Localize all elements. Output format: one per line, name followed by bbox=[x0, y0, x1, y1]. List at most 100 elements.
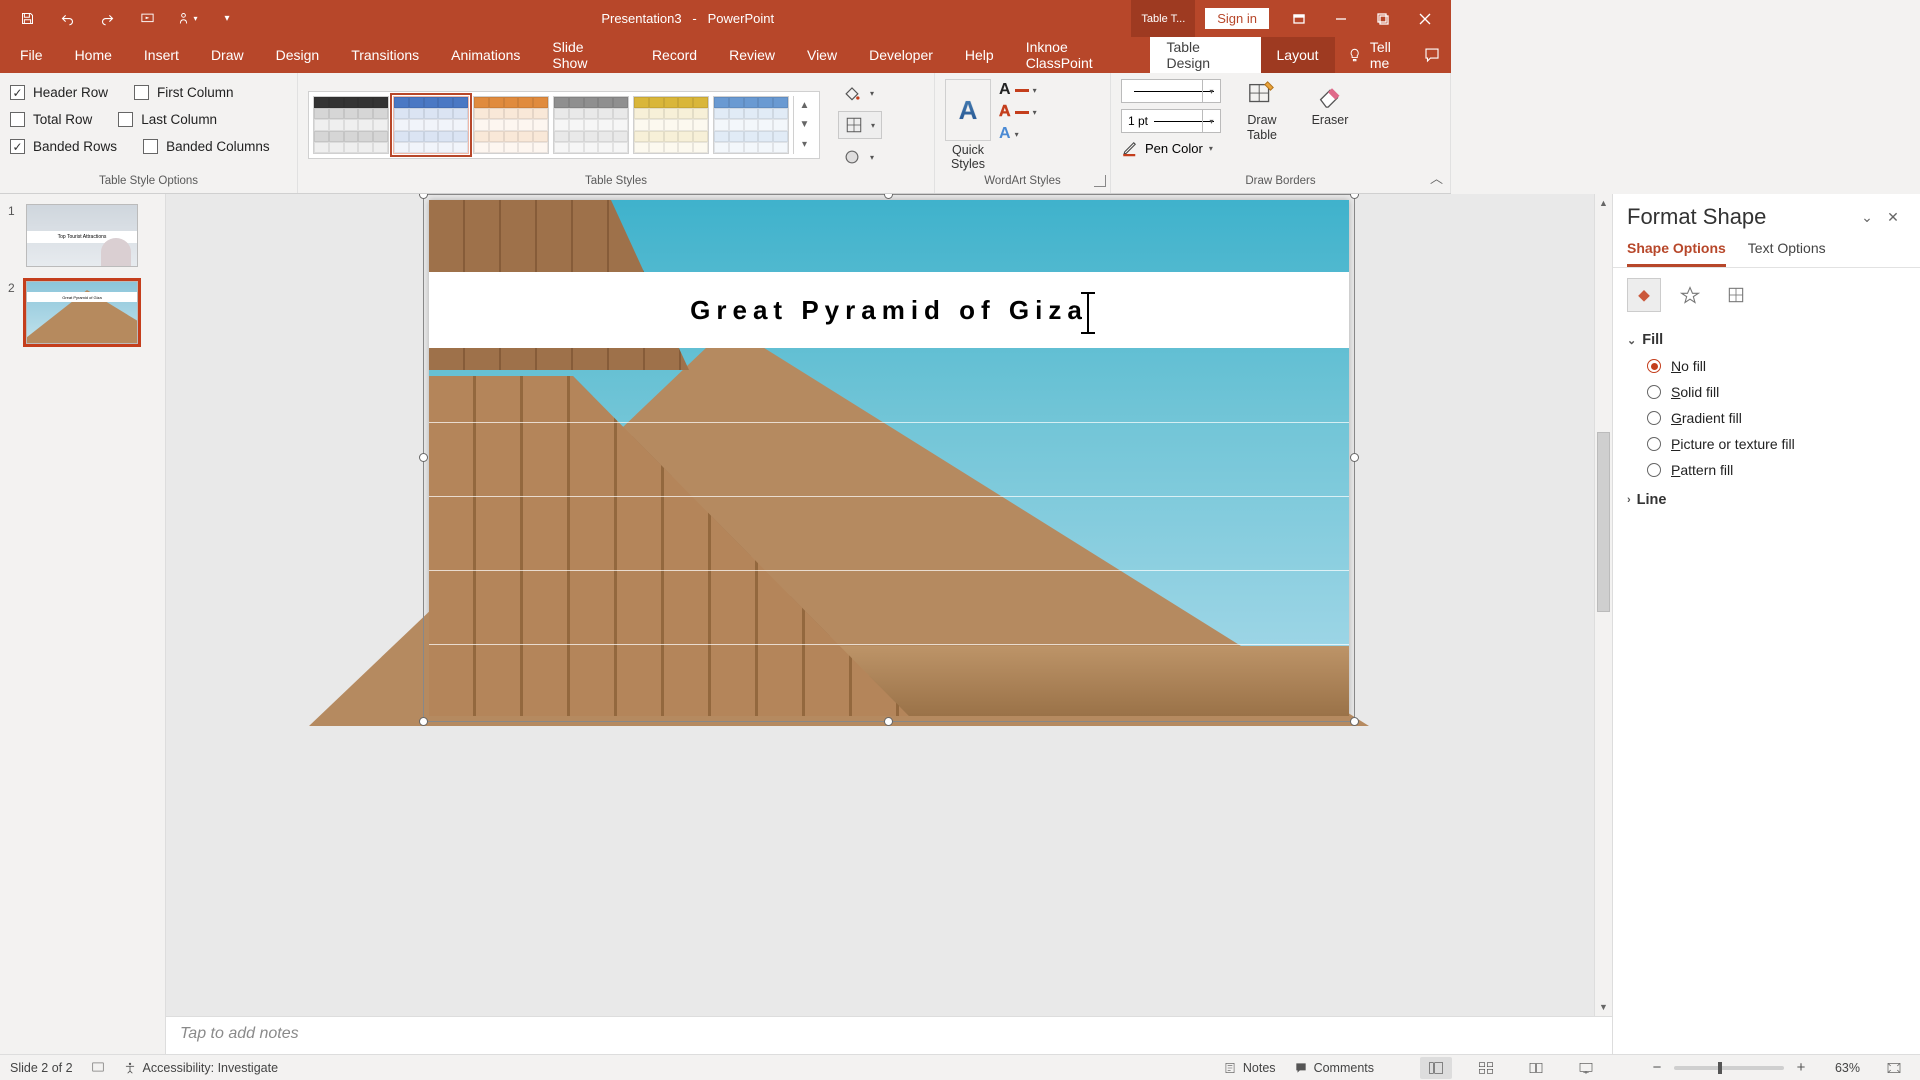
notes-toggle[interactable]: Notes bbox=[1223, 1061, 1276, 1075]
tab-file[interactable]: File bbox=[4, 37, 59, 73]
pane-tab-text-options[interactable]: Text Options bbox=[1748, 240, 1826, 267]
pen-style-dropdown[interactable]: ▾ bbox=[1121, 79, 1221, 103]
table-style-thumb[interactable] bbox=[713, 96, 789, 154]
collapse-ribbon-icon[interactable]: ︿ bbox=[1430, 168, 1443, 187]
scroll-down-icon[interactable]: ▼ bbox=[1595, 998, 1612, 1016]
maximize-icon[interactable] bbox=[1363, 4, 1403, 34]
tab-developer[interactable]: Developer bbox=[853, 37, 949, 73]
table-styles-gallery[interactable]: ▲▼▾ bbox=[308, 91, 820, 159]
close-icon[interactable] bbox=[1405, 4, 1445, 34]
slide-thumb-1[interactable]: 1 Top Tourist Attractions bbox=[8, 204, 157, 267]
slide-thumbnails-pane[interactable]: 1 Top Tourist Attractions 2 Great Pyrami… bbox=[0, 194, 166, 1054]
resize-handle[interactable] bbox=[1350, 194, 1359, 199]
tab-record[interactable]: Record bbox=[636, 37, 713, 73]
slide-indicator[interactable]: Slide 2 of 2 bbox=[10, 1061, 73, 1075]
canvas[interactable]: Great Pyramid of Giza bbox=[166, 194, 1612, 1016]
effects-button[interactable]: ▾ bbox=[838, 145, 882, 169]
checkbox-first-column[interactable]: First Column bbox=[134, 85, 234, 100]
slide-sorter-view-icon[interactable] bbox=[1470, 1057, 1502, 1079]
scroll-handle[interactable] bbox=[1597, 432, 1610, 612]
checkbox-banded-columns[interactable]: Banded Columns bbox=[143, 139, 270, 154]
scroll-up-icon[interactable]: ▲ bbox=[1595, 194, 1612, 212]
table-style-thumb[interactable] bbox=[473, 96, 549, 154]
tab-slide-show[interactable]: Slide Show bbox=[536, 37, 636, 73]
tab-home[interactable]: Home bbox=[59, 37, 128, 73]
touch-mode-icon[interactable]: ▾ bbox=[170, 4, 204, 34]
borders-button[interactable]: ▾ bbox=[838, 111, 882, 139]
resize-handle[interactable] bbox=[419, 453, 428, 462]
pane-options-icon[interactable]: ⌄ bbox=[1854, 209, 1880, 226]
notes-placeholder[interactable]: Tap to add notes bbox=[166, 1016, 1612, 1054]
start-from-beginning-icon[interactable] bbox=[130, 4, 164, 34]
checkbox-header-row[interactable]: Header Row bbox=[10, 85, 108, 100]
resize-handle[interactable] bbox=[884, 717, 893, 726]
vertical-scrollbar[interactable]: ▲ ▼ bbox=[1594, 194, 1612, 1016]
effects-icon[interactable] bbox=[1673, 278, 1707, 312]
quick-styles-button[interactable]: A bbox=[945, 79, 991, 141]
comments-toggle[interactable]: Comments bbox=[1294, 1061, 1374, 1075]
customize-qat-icon[interactable]: ▾ bbox=[210, 4, 244, 34]
eraser-button[interactable]: Eraser bbox=[1303, 79, 1357, 128]
line-section-header[interactable]: ›Line bbox=[1627, 486, 1906, 514]
selection-frame[interactable] bbox=[423, 194, 1355, 722]
text-outline-button[interactable]: A▾ bbox=[999, 103, 1037, 121]
wordart-dialog-launcher[interactable] bbox=[1094, 175, 1106, 187]
fill-option[interactable]: Solid fill bbox=[1647, 384, 1906, 400]
undo-icon[interactable] bbox=[50, 4, 84, 34]
save-icon[interactable] bbox=[10, 4, 44, 34]
gallery-row-down-icon[interactable]: ▼ bbox=[793, 115, 815, 134]
draw-table-button[interactable]: Draw Table bbox=[1235, 79, 1289, 143]
fill-option[interactable]: Pattern fill bbox=[1647, 462, 1906, 478]
zoom-slider[interactable] bbox=[1674, 1066, 1784, 1070]
tab-view[interactable]: View bbox=[791, 37, 853, 73]
sign-in-button[interactable]: Sign in bbox=[1205, 8, 1269, 29]
resize-handle[interactable] bbox=[884, 194, 893, 199]
accessibility-status[interactable]: Accessibility: Investigate bbox=[123, 1061, 278, 1075]
tab-design[interactable]: Design bbox=[260, 37, 336, 73]
text-effects-button[interactable]: A▾ bbox=[999, 125, 1037, 143]
tab-review[interactable]: Review bbox=[713, 37, 791, 73]
tab-insert[interactable]: Insert bbox=[128, 37, 195, 73]
language-indicator-icon[interactable] bbox=[91, 1060, 105, 1075]
table-style-thumb[interactable] bbox=[313, 96, 389, 154]
resize-handle[interactable] bbox=[419, 194, 428, 199]
shading-button[interactable]: ▾ bbox=[838, 81, 882, 105]
slideshow-view-icon[interactable] bbox=[1570, 1057, 1602, 1079]
gallery-more-icon[interactable]: ▾ bbox=[793, 135, 815, 154]
reading-view-icon[interactable] bbox=[1520, 1057, 1552, 1079]
pen-color-button[interactable]: Pen Color ▾ bbox=[1121, 139, 1221, 157]
tab-animations[interactable]: Animations bbox=[435, 37, 536, 73]
ribbon-display-options-icon[interactable] bbox=[1279, 4, 1319, 34]
checkbox-last-column[interactable]: Last Column bbox=[118, 112, 217, 127]
checkbox-banded-rows[interactable]: Banded Rows bbox=[10, 139, 117, 154]
table-style-thumb[interactable] bbox=[553, 96, 629, 154]
pane-close-icon[interactable]: ✕ bbox=[1880, 209, 1906, 226]
slide-thumb-2[interactable]: 2 Great Pyramid of Giza bbox=[8, 281, 157, 344]
zoom-value[interactable]: 63% bbox=[1818, 1061, 1860, 1075]
pen-weight-dropdown[interactable]: 1 pt▾ bbox=[1121, 109, 1221, 133]
table-style-thumb[interactable] bbox=[633, 96, 709, 154]
zoom-in-button[interactable]: + bbox=[1792, 1059, 1810, 1076]
minimize-icon[interactable] bbox=[1321, 4, 1361, 34]
fill-option[interactable]: No fill bbox=[1647, 358, 1906, 374]
fill-option[interactable]: Picture or texture fill bbox=[1647, 436, 1906, 452]
resize-handle[interactable] bbox=[1350, 717, 1359, 726]
tab-table-design[interactable]: Table Design bbox=[1150, 37, 1260, 73]
tab-layout[interactable]: Layout bbox=[1261, 37, 1335, 73]
normal-view-icon[interactable] bbox=[1420, 1057, 1452, 1079]
fill-option[interactable]: Gradient fill bbox=[1647, 410, 1906, 426]
pane-tab-shape-options[interactable]: Shape Options bbox=[1627, 240, 1726, 267]
zoom-out-button[interactable]: − bbox=[1648, 1059, 1666, 1076]
checkbox-total-row[interactable]: Total Row bbox=[10, 112, 92, 127]
tab-inknoe-classpoint[interactable]: Inknoe ClassPoint bbox=[1010, 37, 1151, 73]
resize-handle[interactable] bbox=[1350, 453, 1359, 462]
resize-handle[interactable] bbox=[419, 717, 428, 726]
redo-icon[interactable] bbox=[90, 4, 124, 34]
tab-help[interactable]: Help bbox=[949, 37, 1010, 73]
tab-transitions[interactable]: Transitions bbox=[335, 37, 435, 73]
fill-and-line-icon[interactable] bbox=[1627, 278, 1661, 312]
size-properties-icon[interactable] bbox=[1719, 278, 1753, 312]
table-style-thumb[interactable] bbox=[393, 96, 469, 154]
gallery-row-up-icon[interactable]: ▲ bbox=[793, 96, 815, 115]
comments-shortcut-icon[interactable] bbox=[1412, 37, 1451, 73]
